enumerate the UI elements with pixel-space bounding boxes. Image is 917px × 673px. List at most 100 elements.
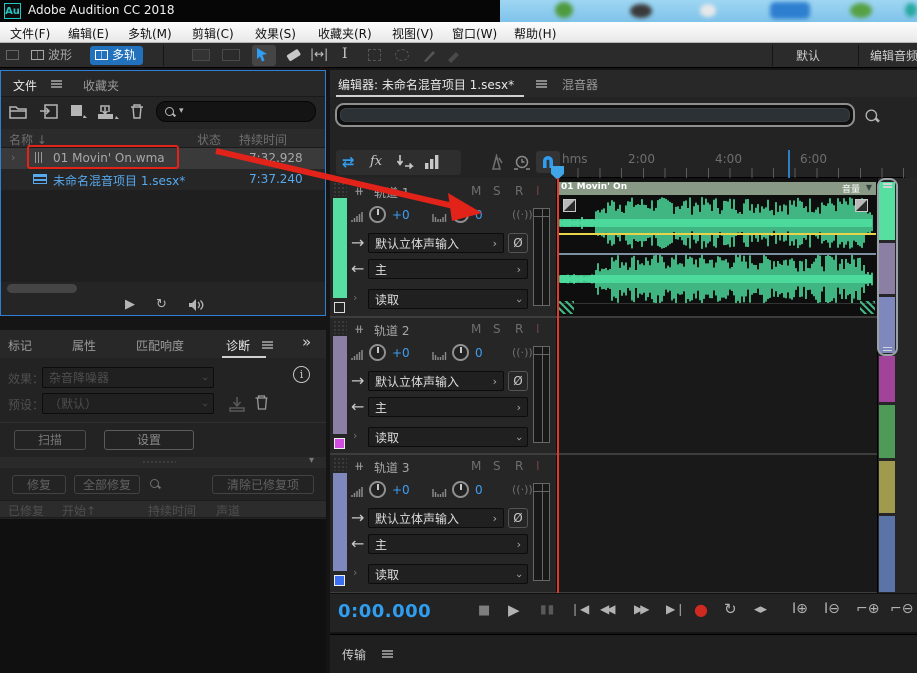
track-grip[interactable] xyxy=(333,457,347,471)
track-color-strip[interactable] xyxy=(333,473,347,571)
skip-to-start-button[interactable]: ❘◀ xyxy=(570,602,589,616)
track-output-select[interactable]: 主› xyxy=(368,259,528,279)
import-file-icon[interactable] xyxy=(39,104,59,119)
zoom-in-horizontal-button[interactable]: ⌐⊕ xyxy=(856,601,879,617)
record-arm-button[interactable]: R xyxy=(515,322,523,336)
tab-properties[interactable]: 属性 xyxy=(72,337,96,354)
save-preset-icon[interactable] xyxy=(228,396,246,412)
track-strip-4[interactable] xyxy=(879,356,895,402)
zoom-in-vertical-button[interactable]: I⊕ xyxy=(792,601,808,617)
marquee-tool-icon[interactable] xyxy=(368,49,381,61)
panel-grid-icon[interactable] xyxy=(6,50,19,60)
track-color-strip[interactable] xyxy=(333,336,347,434)
record-arm-button[interactable]: R xyxy=(515,184,523,198)
scan-button[interactable]: 扫描 xyxy=(14,430,86,450)
tab-files[interactable]: 文件 xyxy=(13,77,37,94)
automation-mode-select[interactable]: 读取› xyxy=(368,564,528,584)
clear-repaired-button[interactable]: 清除已修复项 xyxy=(212,475,314,494)
metering-icon[interactable] xyxy=(424,154,442,170)
workspace-default-button[interactable]: 默认 xyxy=(796,47,820,64)
menu-view[interactable]: 视图(V) xyxy=(392,25,434,42)
menu-favorites[interactable]: 收藏夹(R) xyxy=(318,25,372,42)
file-row-sesx[interactable]: 未命名混音项目 1.sesx* 7:37.240 xyxy=(1,169,325,190)
brush-tool-icon[interactable] xyxy=(422,48,438,63)
razor-tool-button[interactable] xyxy=(284,47,302,68)
playhead-time[interactable]: 0:00.000 xyxy=(338,601,431,622)
delete-preset-icon[interactable] xyxy=(254,394,269,411)
rewind-button[interactable]: ◀◀ xyxy=(600,602,612,616)
spectral-display-icon[interactable] xyxy=(192,49,210,61)
vertical-zoom-scrollbar[interactable] xyxy=(877,178,898,356)
expander-icon[interactable]: › xyxy=(11,151,15,164)
volume-knob[interactable] xyxy=(369,481,386,498)
monitor-input-button[interactable]: I xyxy=(536,322,540,336)
auto-play-speaker-icon[interactable] xyxy=(187,298,207,312)
track-output-select[interactable]: 主› xyxy=(368,397,528,417)
mute-button[interactable]: M xyxy=(471,322,481,336)
info-icon[interactable]: i xyxy=(293,366,310,383)
skip-to-end-button[interactable]: ▶❘ xyxy=(666,602,685,616)
col-duration[interactable]: 持续时间 xyxy=(148,502,196,519)
collapsed-section-grip[interactable]: ▾ xyxy=(0,457,326,468)
menu-clip[interactable]: 剪辑(C) xyxy=(192,25,234,42)
menu-window[interactable]: 窗口(W) xyxy=(452,25,497,42)
sends-icon[interactable]: ((·)) xyxy=(512,346,533,359)
monitor-clock-icon[interactable] xyxy=(513,153,532,172)
fade-out-handle[interactable] xyxy=(855,199,868,212)
solo-button[interactable]: S xyxy=(493,184,501,198)
tab-transport[interactable]: 传输 xyxy=(342,646,366,663)
sends-icon[interactable]: ((·)) xyxy=(512,208,533,221)
track-grip[interactable] xyxy=(333,182,347,196)
solo-button[interactable]: S xyxy=(493,459,501,473)
track-input-select[interactable]: 默认立体声输入› xyxy=(368,508,504,528)
multitrack-view-button[interactable]: 多轨 xyxy=(90,46,143,65)
search-input[interactable]: ▾ xyxy=(156,101,316,122)
pause-button[interactable]: ▮▮ xyxy=(540,602,555,616)
preset-select[interactable]: （默认） › xyxy=(42,393,214,414)
find-icon[interactable] xyxy=(149,478,161,490)
spectral-pitch-icon[interactable] xyxy=(222,49,240,61)
audio-clip[interactable]: 01 Movin' On 音量 ▼ xyxy=(558,182,876,316)
zoom-out-vertical-button[interactable]: I⊖ xyxy=(824,601,840,617)
track-strip-5[interactable] xyxy=(879,405,895,458)
stop-button[interactable]: ■ xyxy=(478,603,490,618)
col-repaired[interactable]: 已修复 xyxy=(8,502,44,519)
col-channel[interactable]: 声道 xyxy=(216,502,240,519)
tab-editor[interactable]: 编辑器: 未命名混音项目 1.sesx* xyxy=(338,76,514,93)
preview-play-icon[interactable]: ▶ xyxy=(125,297,135,312)
tab-favorites[interactable]: 收藏夹 xyxy=(83,77,119,94)
tab-diagnostics[interactable]: 诊断 xyxy=(226,337,250,354)
no-output-button[interactable]: Ø xyxy=(508,371,528,391)
zoom-reset-icon[interactable] xyxy=(864,108,880,124)
track-strip-6[interactable] xyxy=(879,461,895,513)
pan-knob[interactable] xyxy=(452,481,469,498)
fast-forward-button[interactable]: ▶▶ xyxy=(634,602,646,616)
track-color-box[interactable] xyxy=(334,438,345,449)
menu-effects[interactable]: 效果(S) xyxy=(255,25,296,42)
workspace-edit-audio-button[interactable]: 编辑音频 xyxy=(870,47,917,64)
track-name[interactable]: 轨道 1 xyxy=(374,184,409,201)
clip-corner-stretch-right[interactable] xyxy=(860,301,875,314)
no-output-button[interactable]: Ø xyxy=(508,508,528,528)
automation-expander-icon[interactable]: › xyxy=(353,291,357,304)
zoom-navigator[interactable] xyxy=(335,103,855,127)
menu-file[interactable]: 文件(F) xyxy=(10,25,50,42)
track-input-select[interactable]: 默认立体声输入› xyxy=(368,371,504,391)
horizontal-scrollbar[interactable] xyxy=(7,284,77,293)
volume-envelope-line[interactable] xyxy=(558,233,876,235)
no-output-button[interactable]: Ø xyxy=(508,233,528,253)
skip-selection-button[interactable]: ◂▸ xyxy=(754,602,767,617)
sends-icon[interactable]: ((·)) xyxy=(512,483,533,496)
play-button[interactable]: ▶ xyxy=(508,601,520,619)
track-grip[interactable] xyxy=(333,320,347,334)
fx-rack-icon[interactable]: fx xyxy=(370,154,382,169)
track-strip-7[interactable] xyxy=(879,516,895,592)
fade-in-handle[interactable] xyxy=(563,199,576,212)
preview-loop-icon[interactable]: ↻ xyxy=(156,297,167,312)
track-color-strip[interactable] xyxy=(333,198,347,298)
record-arm-button[interactable]: R xyxy=(515,459,523,473)
menu-help[interactable]: 帮助(H) xyxy=(514,25,556,42)
repair-button[interactable]: 修复 xyxy=(12,475,66,494)
routing-icon[interactable] xyxy=(396,154,414,170)
col-duration[interactable]: 持续时间 xyxy=(239,131,287,148)
